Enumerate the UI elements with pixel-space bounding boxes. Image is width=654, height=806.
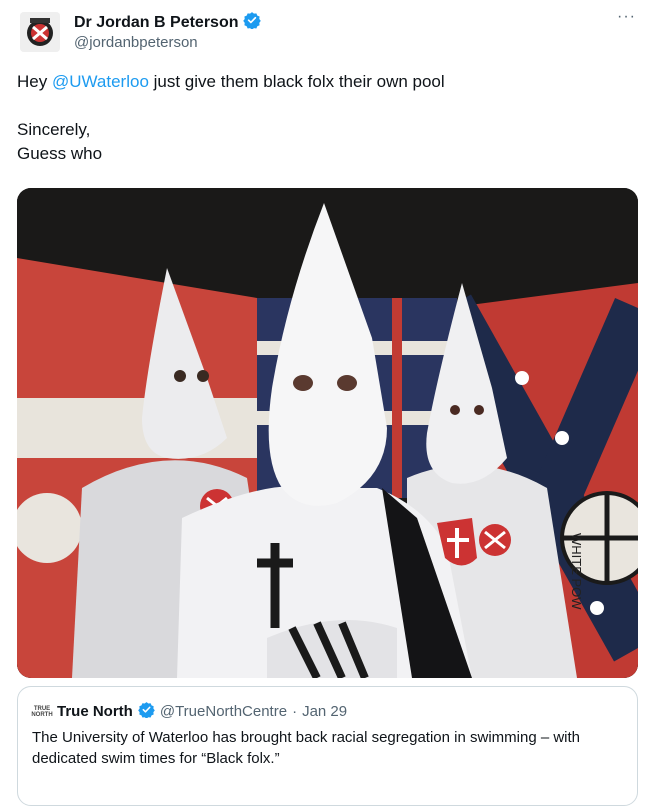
tweet-media-image[interactable]: WHITE POW [17, 188, 638, 678]
author-name[interactable]: Dr Jordan B Peterson [74, 14, 238, 32]
tweet-text-part: just give them black folx their own pool [148, 72, 445, 91]
quoted-tweet-text: The University of Waterloo has brought b… [32, 729, 581, 767]
author-row: Dr Jordan B Peterson [74, 11, 262, 34]
tweet-line-3: Guess who [17, 144, 103, 163]
flag-text: WHITE POW [569, 533, 584, 610]
author-avatar[interactable] [20, 12, 60, 52]
quoted-avatar-text: NORTH [31, 711, 53, 718]
quoted-avatar: TRUE NORTH [31, 702, 53, 722]
tweet-line-1: Hey @UWaterloo just give them black folx… [17, 70, 637, 94]
quoted-author-handle: @TrueNorthCentre [159, 703, 288, 720]
quoted-separator: · [292, 703, 298, 720]
quoted-date: Jan 29 [302, 703, 348, 720]
photo: WHITE POW [17, 188, 638, 678]
tweet-text: Hey @UWaterloo just give them black folx… [17, 70, 637, 166]
quoted-tweet[interactable]: TRUE NORTH True North @TrueNorthCentre ·… [17, 686, 638, 806]
tweet-line-2: Sincerely, [17, 120, 91, 139]
tweet-text-part: Hey [17, 72, 52, 91]
quoted-author-name: True North [57, 703, 133, 720]
avatar-image [20, 12, 60, 52]
more-options-icon[interactable]: ··· [617, 8, 636, 26]
mention-link[interactable]: @UWaterloo [52, 72, 149, 91]
verified-badge-icon [138, 701, 155, 722]
verified-badge-icon [243, 11, 262, 34]
quoted-author-row: TRUE NORTH True North @TrueNorthCentre ·… [31, 701, 348, 722]
author-handle[interactable]: @jordanbpeterson [74, 34, 198, 51]
